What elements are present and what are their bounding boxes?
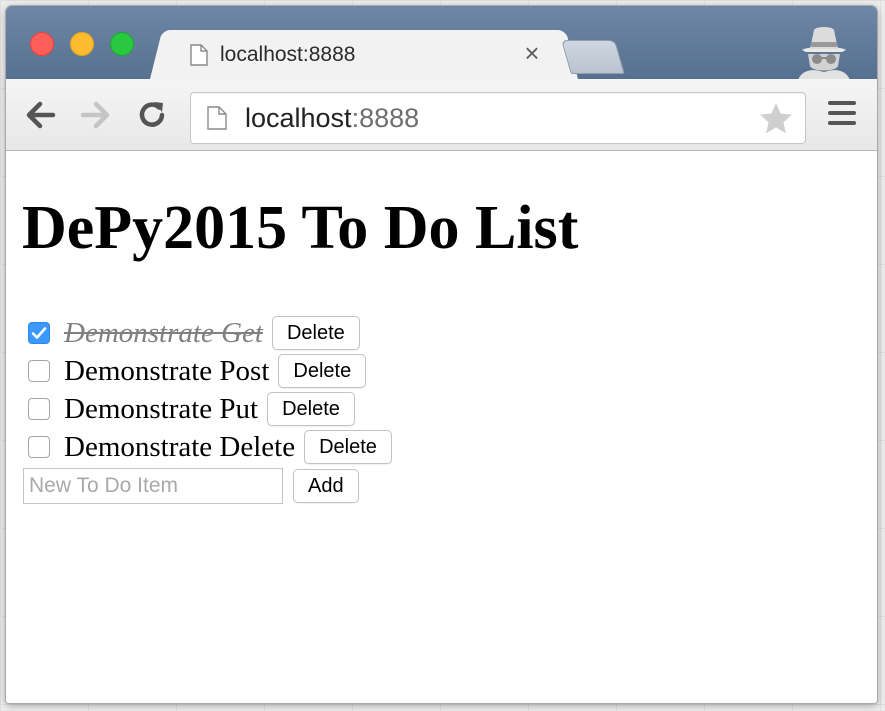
page-content: DePy2015 To Do List Demonstrate Get Dele… (6, 151, 877, 703)
todo-item: Demonstrate Get Delete (26, 314, 392, 352)
todo-checkbox[interactable] (28, 398, 50, 420)
todo-item: Demonstrate Delete Delete (26, 428, 392, 466)
add-item-row: Add (23, 468, 359, 504)
new-tab-button[interactable] (561, 40, 625, 74)
add-button[interactable]: Add (293, 469, 359, 503)
tab-localhost[interactable]: localhost:8888 × (166, 30, 562, 80)
address-bar[interactable]: localhost:8888 (190, 92, 806, 144)
url-host: localhost (245, 103, 352, 133)
delete-button[interactable]: Delete (271, 316, 360, 350)
todo-list: Demonstrate Get Delete Demonstrate Post … (26, 314, 392, 466)
bookmark-star-icon[interactable] (759, 102, 793, 139)
page-icon (190, 44, 208, 71)
delete-button[interactable]: Delete (267, 392, 355, 426)
menu-hamburger-icon[interactable] (826, 101, 858, 129)
minimize-window-button[interactable] (70, 32, 94, 56)
new-item-input[interactable] (23, 468, 283, 504)
todo-item: Demonstrate Put Delete (26, 390, 392, 428)
delete-button[interactable]: Delete (304, 430, 392, 464)
tab-title: localhost:8888 (220, 43, 356, 66)
maximize-window-button[interactable] (110, 32, 134, 56)
todo-text: Demonstrate Put (64, 392, 259, 425)
todo-item: Demonstrate Post Delete (26, 352, 392, 390)
url-text: localhost:8888 (245, 103, 419, 134)
browser-toolbar: localhost:8888 (6, 79, 877, 151)
todo-checkbox[interactable] (28, 360, 50, 382)
todo-checkbox[interactable] (28, 436, 50, 458)
delete-button[interactable]: Delete (278, 354, 367, 388)
todo-checkbox[interactable] (28, 322, 50, 344)
todo-text: Demonstrate Get (64, 316, 263, 349)
incognito-icon (792, 20, 856, 85)
url-port: :8888 (351, 103, 420, 133)
title-bar: localhost:8888 × (6, 6, 877, 80)
page-title: DePy2015 To Do List (22, 194, 579, 262)
reload-icon[interactable] (134, 97, 170, 133)
tab-close-icon[interactable]: × (518, 38, 546, 68)
close-window-button[interactable] (30, 32, 54, 56)
browser-window: localhost:8888 × localhost:8888 DePy2015… (6, 6, 877, 703)
back-arrow-icon[interactable] (22, 97, 58, 133)
forward-arrow-icon[interactable] (78, 97, 114, 133)
page-icon (207, 106, 227, 135)
todo-text: Demonstrate Delete (64, 430, 296, 463)
todo-text: Demonstrate Post (64, 354, 270, 387)
